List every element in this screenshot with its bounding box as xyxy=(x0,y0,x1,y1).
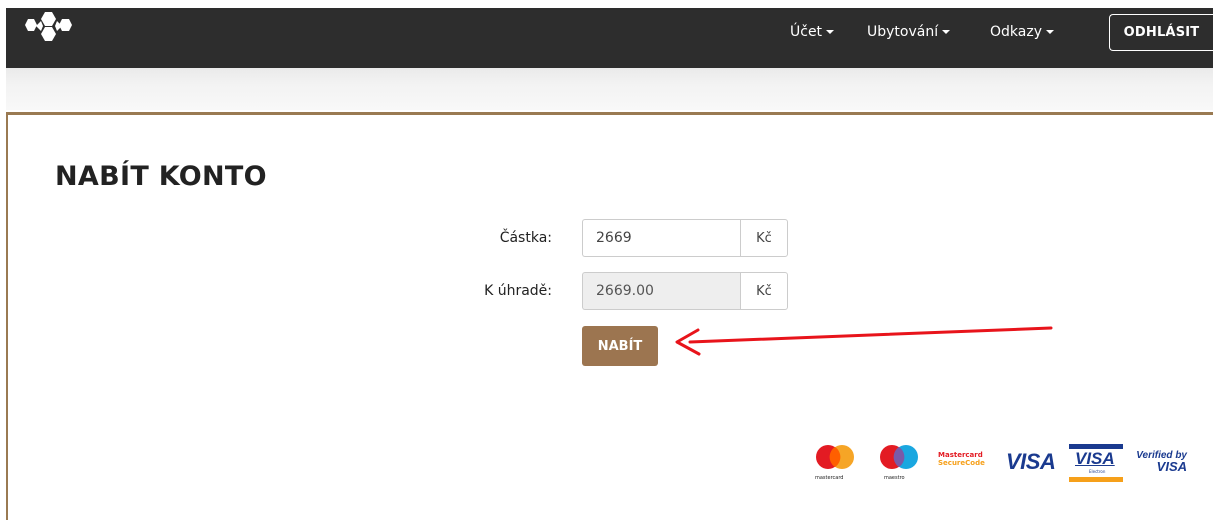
red-arrow-annotation xyxy=(675,326,1053,356)
